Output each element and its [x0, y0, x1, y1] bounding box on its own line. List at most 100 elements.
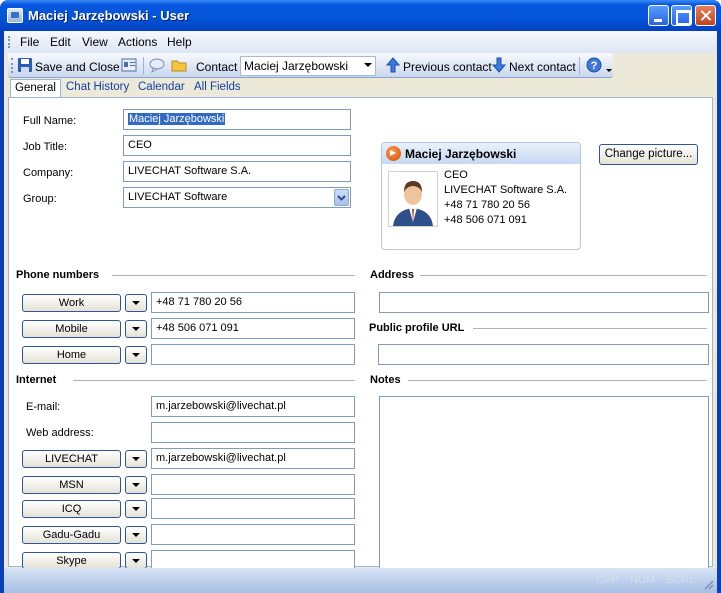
contact-card-header: Maciej Jarzębowski: [382, 143, 580, 164]
toolbar-grip[interactable]: [11, 58, 14, 73]
company-label: Company:: [23, 167, 74, 179]
web-address-field[interactable]: [151, 422, 355, 443]
toolbar-separator: [579, 57, 580, 74]
menu-actions[interactable]: Actions: [118, 35, 157, 49]
section-divider: [473, 328, 707, 329]
tab-chat-history[interactable]: Chat History: [62, 79, 133, 97]
scroll-lock-indicator: SCRL: [666, 574, 696, 586]
full-name-value: Maciej Jarzębowski: [128, 113, 226, 125]
folder-icon[interactable]: [171, 57, 187, 73]
group-select[interactable]: LIVECHAT Software: [123, 187, 351, 208]
menu-grip[interactable]: [8, 36, 11, 48]
arrow-down-icon[interactable]: [492, 57, 506, 73]
im-field[interactable]: [151, 550, 355, 569]
contact-card-line: LIVECHAT Software S.A.: [444, 184, 568, 196]
tab-calendar[interactable]: Calendar: [134, 79, 189, 97]
im-type-dropdown[interactable]: [125, 450, 147, 468]
window-body: File Edit View Actions Help Save and Clo…: [4, 31, 717, 593]
tab-general[interactable]: General: [10, 79, 61, 97]
group-dropdown-button[interactable]: [334, 189, 349, 206]
phone-field[interactable]: +48 71 780 20 56: [151, 292, 355, 313]
help-icon[interactable]: ?: [586, 57, 602, 73]
group-select-value: LIVECHAT Software: [128, 191, 228, 203]
email-label: E-mail:: [26, 401, 61, 413]
resize-grip-icon[interactable]: [704, 580, 714, 590]
group-label: Group:: [23, 193, 57, 205]
im-field[interactable]: m.jarzebowski@livechat.pl: [151, 448, 355, 469]
contact-card-icon: [7, 8, 23, 23]
im-type-dropdown[interactable]: [125, 476, 147, 494]
contact-label: Contact: [196, 60, 238, 74]
svg-text:?: ?: [591, 60, 598, 72]
im-type-button[interactable]: LIVECHAT: [22, 450, 121, 468]
company-field[interactable]: LIVECHAT Software S.A.: [123, 161, 351, 182]
app-window: Maciej Jarzębowski - User File Edit View…: [0, 0, 721, 593]
contact-select[interactable]: Maciej Jarzębowski: [240, 56, 376, 76]
tab-all-fields[interactable]: All Fields: [190, 79, 245, 97]
im-type-button[interactable]: ICQ: [22, 500, 121, 518]
title-bar[interactable]: Maciej Jarzębowski - User: [0, 0, 721, 31]
next-contact-button[interactable]: Next contact: [509, 60, 576, 74]
notes-textarea[interactable]: [379, 396, 709, 586]
full-name-field[interactable]: Maciej Jarzębowski: [123, 109, 351, 130]
maximize-button[interactable]: [671, 5, 692, 26]
vcard-icon[interactable]: [121, 58, 137, 72]
contact-card-name: Maciej Jarzębowski: [405, 147, 517, 161]
chat-icon[interactable]: [149, 58, 165, 73]
phone-type-button[interactable]: Mobile: [22, 320, 121, 338]
im-field[interactable]: [151, 524, 355, 545]
toolbar-overflow-icon[interactable]: [605, 62, 613, 74]
menu-bar: File Edit View Actions Help: [4, 31, 717, 53]
save-and-close-button[interactable]: Save and Close: [35, 60, 120, 74]
address-field[interactable]: [379, 292, 709, 313]
close-button[interactable]: [695, 5, 716, 26]
phone-type-button[interactable]: Home: [22, 346, 121, 364]
web-address-label: Web address:: [26, 427, 94, 439]
avatar: [388, 171, 438, 227]
previous-contact-button[interactable]: Previous contact: [403, 60, 492, 74]
phone-type-dropdown[interactable]: [125, 294, 147, 312]
im-type-dropdown[interactable]: [125, 500, 147, 518]
contact-card-line: +48 71 780 20 56: [444, 199, 530, 211]
chevron-down-icon: [364, 63, 372, 67]
full-name-label: Full Name:: [23, 115, 77, 127]
person-icon: [393, 181, 433, 226]
tab-strip: General Chat History Calendar All Fields: [8, 79, 717, 97]
im-field[interactable]: [151, 498, 355, 519]
email-field[interactable]: m.jarzebowski@livechat.pl: [151, 396, 355, 417]
public-profile-url-heading: Public profile URL: [369, 322, 465, 334]
menu-file[interactable]: File: [20, 35, 39, 49]
window-title: Maciej Jarzębowski - User: [28, 8, 190, 23]
phone-type-dropdown[interactable]: [125, 346, 147, 364]
section-divider: [420, 275, 707, 276]
im-type-button[interactable]: MSN: [22, 476, 121, 494]
phone-field[interactable]: +48 506 071 091: [151, 318, 355, 339]
arrow-right-icon: [386, 146, 401, 161]
im-type-button[interactable]: Skype: [22, 552, 121, 569]
im-type-button[interactable]: Gadu-Gadu: [22, 526, 121, 544]
chevron-down-icon: [337, 195, 346, 201]
menu-edit[interactable]: Edit: [50, 35, 71, 49]
job-title-label: Job Title:: [23, 141, 68, 153]
im-type-dropdown[interactable]: [125, 526, 147, 544]
notes-heading: Notes: [370, 374, 401, 386]
caps-lock-indicator: CAP: [596, 574, 619, 586]
change-picture-button[interactable]: Change picture...: [599, 144, 698, 165]
contact-card-line: +48 506 071 091: [444, 214, 527, 226]
toolbar-separator: [143, 57, 144, 74]
save-icon[interactable]: [17, 57, 33, 73]
im-field[interactable]: [151, 474, 355, 495]
minimize-button[interactable]: [648, 5, 669, 26]
im-type-dropdown[interactable]: [125, 552, 147, 569]
public-profile-url-field[interactable]: [378, 344, 709, 365]
job-title-field[interactable]: CEO: [123, 135, 351, 156]
menu-help[interactable]: Help: [167, 35, 192, 49]
contact-select-value: Maciej Jarzębowski: [244, 59, 349, 73]
phone-field[interactable]: [151, 344, 355, 365]
arrow-up-icon[interactable]: [386, 57, 400, 73]
status-bar: CAP NUM SCRL: [4, 568, 717, 593]
phone-type-button[interactable]: Work: [22, 294, 121, 312]
phone-type-dropdown[interactable]: [125, 320, 147, 338]
toolbar: Save and Close Contact Maciej Jarzębowsk…: [8, 53, 613, 78]
menu-view[interactable]: View: [82, 35, 108, 49]
